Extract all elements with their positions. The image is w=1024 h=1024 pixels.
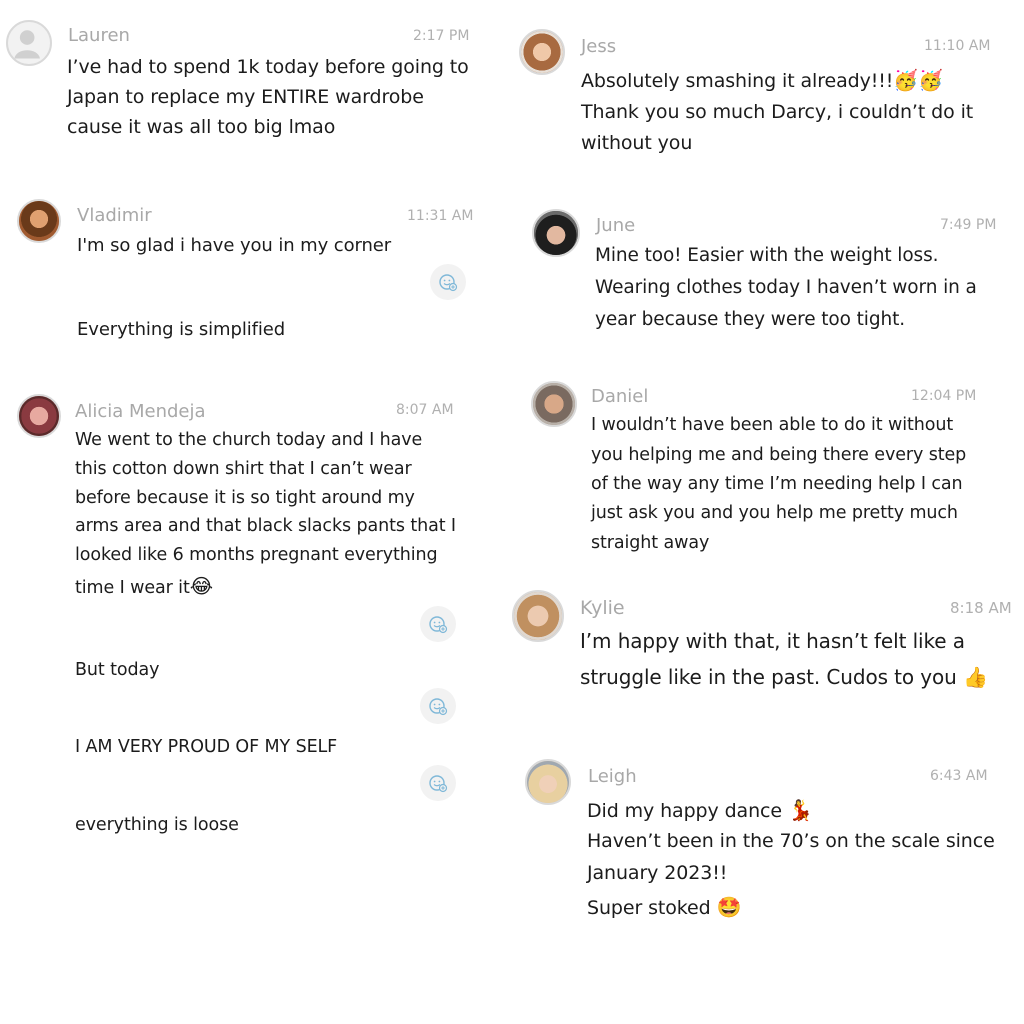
message-line: Wearing clothes today I haven’t worn in … xyxy=(595,277,977,298)
avatar xyxy=(525,759,571,805)
add-reaction-icon xyxy=(429,775,448,793)
sender-name: Vladimir xyxy=(77,205,152,226)
message-line: this cotton down shirt that I can’t wear xyxy=(75,459,412,479)
message-line: I wouldn’t have been able to do it witho… xyxy=(591,415,954,435)
message-line: everything is loose xyxy=(75,815,239,835)
message-line: without you xyxy=(581,132,693,154)
message-line: We went to the church today and I have xyxy=(75,430,423,450)
sender-name: Lauren xyxy=(68,25,130,46)
message-line: But today xyxy=(75,660,160,680)
message-line: I’ve had to spend 1k today before going … xyxy=(67,56,469,78)
add-reaction-button[interactable] xyxy=(420,688,456,724)
message-time: 12:04 PM xyxy=(911,388,977,404)
message-line: I'm so glad i have you in my corner xyxy=(77,235,392,256)
avatar xyxy=(17,394,61,438)
add-reaction-button[interactable] xyxy=(420,765,456,801)
sender-name: Kylie xyxy=(580,597,625,619)
add-reaction-button[interactable] xyxy=(420,606,456,642)
dancer-emoji: 💃 xyxy=(787,798,813,822)
message-line: struggle like in the past. Cudos to you … xyxy=(580,665,988,689)
message-line: you helping me and being there every ste… xyxy=(591,445,967,465)
message-line: I AM VERY PROUD OF MY SELF xyxy=(75,737,338,757)
message-line: arms area and that black slacks pants th… xyxy=(75,516,456,536)
message-line: looked like 6 months pregnant everything xyxy=(75,545,438,565)
message-line: Everything is simplified xyxy=(77,319,286,340)
sender-name: Leigh xyxy=(588,766,637,787)
message-line: January 2023!! xyxy=(587,862,728,884)
message-text: Super stoked xyxy=(587,897,711,919)
message-text: Did my happy dance xyxy=(587,800,782,822)
avatar xyxy=(519,29,565,75)
tears-of-joy-emoji: 😂 xyxy=(189,574,213,598)
thumbs-up-emoji: 👍 xyxy=(963,665,988,689)
message-time: 2:17 PM xyxy=(413,28,470,44)
message-line: Super stoked 🤩 xyxy=(587,895,741,919)
message-text: struggle like in the past. Cudos to you xyxy=(580,665,957,689)
message-line: before because it is so tight around my xyxy=(75,488,415,508)
add-reaction-icon xyxy=(429,698,448,716)
message-text: time I wear it xyxy=(75,578,190,598)
avatar xyxy=(512,590,564,642)
sender-name: Alicia Mendeja xyxy=(75,401,206,422)
message-time: 11:10 AM xyxy=(924,38,991,54)
avatar xyxy=(17,199,61,243)
message-line: of the way any time I’m needing help I c… xyxy=(591,474,963,494)
sender-name: June xyxy=(596,215,636,236)
avatar xyxy=(532,209,580,257)
message-time: 7:49 PM xyxy=(940,217,997,233)
add-reaction-icon xyxy=(439,274,458,292)
star-struck-emoji: 🤩 xyxy=(716,895,742,919)
sender-name: Jess xyxy=(581,36,617,57)
message-time: 11:31 AM xyxy=(407,208,474,224)
message-line: cause it was all too big lmao xyxy=(67,116,336,138)
message-time: 8:18 AM xyxy=(950,599,1012,617)
message-line: I’m happy with that, it hasn’t felt like… xyxy=(580,629,965,653)
message-line: just ask you and you help me pretty much xyxy=(591,503,958,523)
sender-name: Daniel xyxy=(591,386,649,407)
message-line: Mine too! Easier with the weight loss. xyxy=(595,245,939,266)
message-line: straight away xyxy=(591,533,710,553)
message-line: Japan to replace my ENTIRE wardrobe xyxy=(67,86,424,108)
user-placeholder-icon xyxy=(6,20,52,66)
message-line: Absolutely smashing it already!!!🥳🥳 xyxy=(581,68,943,92)
message-time: 8:07 AM xyxy=(396,402,454,418)
message-line: Did my happy dance 💃 xyxy=(587,798,813,822)
message-time: 6:43 AM xyxy=(930,768,988,784)
message-line: year because they were too tight. xyxy=(595,309,906,330)
message-text: Absolutely smashing it already!!! xyxy=(581,70,894,92)
add-reaction-button[interactable] xyxy=(430,264,466,300)
party-face-emoji: 🥳🥳 xyxy=(893,68,943,92)
add-reaction-icon xyxy=(429,616,448,634)
avatar xyxy=(531,381,577,427)
message-line: time I wear it😂 xyxy=(75,574,213,598)
message-line: Thank you so much Darcy, i couldn’t do i… xyxy=(581,101,974,123)
message-line: Haven’t been in the 70’s on the scale si… xyxy=(587,830,995,852)
